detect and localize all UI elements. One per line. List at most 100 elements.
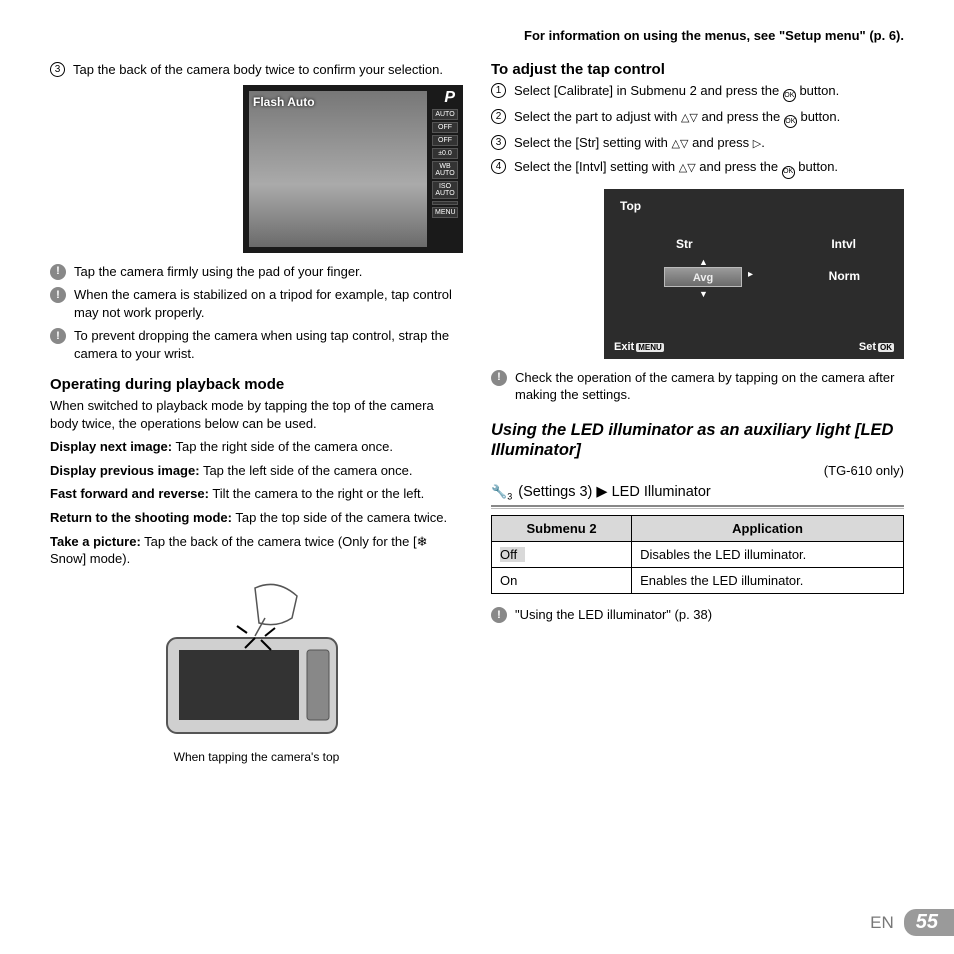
step-text: Tap the back of the camera body twice to… — [73, 61, 463, 79]
footer-lang: EN — [870, 913, 894, 933]
ok-button-icon: OK — [784, 115, 797, 128]
step-1: 1 Select [Calibrate] in Submenu 2 and pr… — [491, 82, 904, 102]
model-note: (TG-610 only) — [491, 463, 904, 478]
right-arrow-icon: ▸ — [748, 269, 753, 280]
settings-str-label: Str — [676, 237, 693, 251]
snow-icon: ❄ — [417, 534, 428, 549]
left-column: 3 Tap the back of the camera body twice … — [50, 61, 463, 766]
op-label: Display next image: — [50, 439, 172, 454]
op-label: Return to the shooting mode: — [50, 510, 232, 525]
settings-screenshot: Top Str Intvl ▲ Avg ▼ ▸ Norm ExitMENU Se… — [604, 189, 904, 359]
step-number-icon: 1 — [491, 83, 506, 98]
illustration-caption: When tapping the camera's top — [50, 750, 463, 764]
heading-led: Using the LED illuminator as an auxiliar… — [491, 420, 904, 461]
up-down-arrow-icon: △▽ — [672, 138, 689, 150]
note-text: Check the operation of the camera by tap… — [515, 369, 904, 404]
right-column: To adjust the tap control 1 Select [Cali… — [491, 61, 904, 766]
op-text: Tap the back of the camera twice (Only f… — [141, 534, 417, 549]
lcd-chip — [432, 201, 458, 205]
lcd-photo-area — [249, 91, 427, 247]
table-row: On Enables the LED illuminator. — [492, 568, 904, 594]
note-text: When the camera is stabilized on a tripo… — [74, 286, 463, 321]
lcd-chip: OFF — [432, 135, 458, 146]
table-header-row: Submenu 2 Application — [492, 516, 904, 542]
note-ref: ! "Using the LED illuminator" (p. 38) — [491, 606, 904, 624]
step-text: Select the [Str] setting with △▽ and pre… — [514, 134, 904, 152]
lcd-mode-indicator: P — [444, 89, 455, 107]
step-text: Select the part to adjust with △▽ and pr… — [514, 108, 904, 128]
off-highlight: Off — [500, 547, 525, 562]
op-suffix: Snow] mode). — [50, 551, 130, 566]
led-table: Submenu 2 Application Off Disables the L… — [491, 515, 904, 594]
page-footer: EN 55 — [870, 909, 954, 936]
settings-set-label: SetOK — [859, 341, 894, 353]
step-number-icon: 4 — [491, 159, 506, 174]
caution-icon: ! — [50, 328, 66, 344]
note-text: "Using the LED illuminator" (p. 38) — [515, 606, 904, 624]
step-number-icon: 3 — [50, 62, 65, 77]
lcd-chip: MENU — [432, 207, 458, 218]
settings-top-label: Top — [620, 199, 641, 213]
header-reference: For information on using the menus, see … — [50, 28, 904, 43]
op-label: Fast forward and reverse: — [50, 486, 209, 501]
note-text: Tap the camera firmly using the pad of y… — [74, 263, 463, 281]
note-item: ! When the camera is stabilized on a tri… — [50, 286, 463, 321]
lcd-side-icons: AUTO OFF OFF ±0.0 WB AUTO ISO AUTO MENU — [431, 109, 459, 218]
step-text: Select the [Intvl] setting with △▽ and p… — [514, 158, 904, 178]
step-2: 2 Select the part to adjust with △▽ and … — [491, 108, 904, 128]
camera-tap-illustration — [137, 578, 377, 748]
table-cell: Off — [492, 542, 632, 568]
menu-badge-icon: MENU — [636, 343, 664, 352]
op-text: Tap the left side of the camera once. — [200, 463, 413, 478]
op-take: Take a picture: Tap the back of the came… — [50, 533, 463, 568]
breadcrumb-item: LED Illuminator — [612, 484, 711, 500]
right-arrow-icon: ▷ — [753, 138, 761, 150]
table-cell: Disables the LED illuminator. — [632, 542, 904, 568]
settings-intvl-label: Intvl — [831, 237, 856, 251]
note-item: ! To prevent dropping the camera when us… — [50, 327, 463, 362]
op-prev: Display previous image: Tap the left sid… — [50, 462, 463, 480]
step-3r: 3 Select the [Str] setting with △▽ and p… — [491, 134, 904, 152]
note-item: ! Tap the camera firmly using the pad of… — [50, 263, 463, 281]
caution-icon: ! — [50, 264, 66, 280]
op-text: Tap the top side of the camera twice. — [232, 510, 447, 525]
caution-icon: ! — [491, 607, 507, 623]
op-text: Tilt the camera to the right or the left… — [209, 486, 424, 501]
op-return: Return to the shooting mode: Tap the top… — [50, 509, 463, 527]
step-3: 3 Tap the back of the camera body twice … — [50, 61, 463, 79]
breadcrumb-settings: (Settings 3) — [518, 484, 592, 500]
up-down-arrow-icon: △▽ — [679, 162, 696, 174]
lcd-chip: WB AUTO — [432, 161, 458, 179]
note-text: To prevent dropping the camera when usin… — [74, 327, 463, 362]
ok-button-icon: OK — [783, 89, 796, 102]
footer-page-number: 55 — [904, 909, 954, 936]
op-next: Display next image: Tap the right side o… — [50, 438, 463, 456]
note-check: ! Check the operation of the camera by t… — [491, 369, 904, 404]
caution-icon: ! — [491, 370, 507, 386]
settings-avg-selector: Avg — [664, 267, 742, 287]
playback-intro: When switched to playback mode by tappin… — [50, 397, 463, 432]
heading-tap-control: To adjust the tap control — [491, 61, 904, 78]
step-number-icon: 3 — [491, 135, 506, 150]
op-label: Display previous image: — [50, 463, 200, 478]
table-row: Off Disables the LED illuminator. — [492, 542, 904, 568]
breadcrumb-sep-icon: ▶ — [596, 484, 607, 500]
ok-badge-icon: OK — [878, 343, 894, 352]
step-4: 4 Select the [Intvl] setting with △▽ and… — [491, 158, 904, 178]
menu-breadcrumb: 🔧3 (Settings 3) ▶ LED Illuminator — [491, 484, 904, 508]
up-down-arrow-icon: △▽ — [681, 112, 698, 124]
step-number-icon: 2 — [491, 109, 506, 124]
settings-norm-label: Norm — [829, 269, 860, 283]
op-label: Take a picture: — [50, 534, 141, 549]
up-arrow-icon: ▲ — [699, 257, 708, 267]
ok-button-icon: OK — [782, 166, 795, 179]
heading-playback: Operating during playback mode — [50, 376, 463, 393]
camera-lcd-screenshot: P Flash Auto AUTO OFF OFF ±0.0 WB AUTO I… — [243, 85, 463, 253]
down-arrow-icon: ▼ — [699, 289, 708, 299]
table-cell: On — [492, 568, 632, 594]
op-ffrw: Fast forward and reverse: Tilt the camer… — [50, 485, 463, 503]
op-text: Tap the right side of the camera once. — [172, 439, 393, 454]
lcd-chip: OFF — [432, 122, 458, 133]
table-header: Application — [632, 516, 904, 542]
table-cell: Enables the LED illuminator. — [632, 568, 904, 594]
